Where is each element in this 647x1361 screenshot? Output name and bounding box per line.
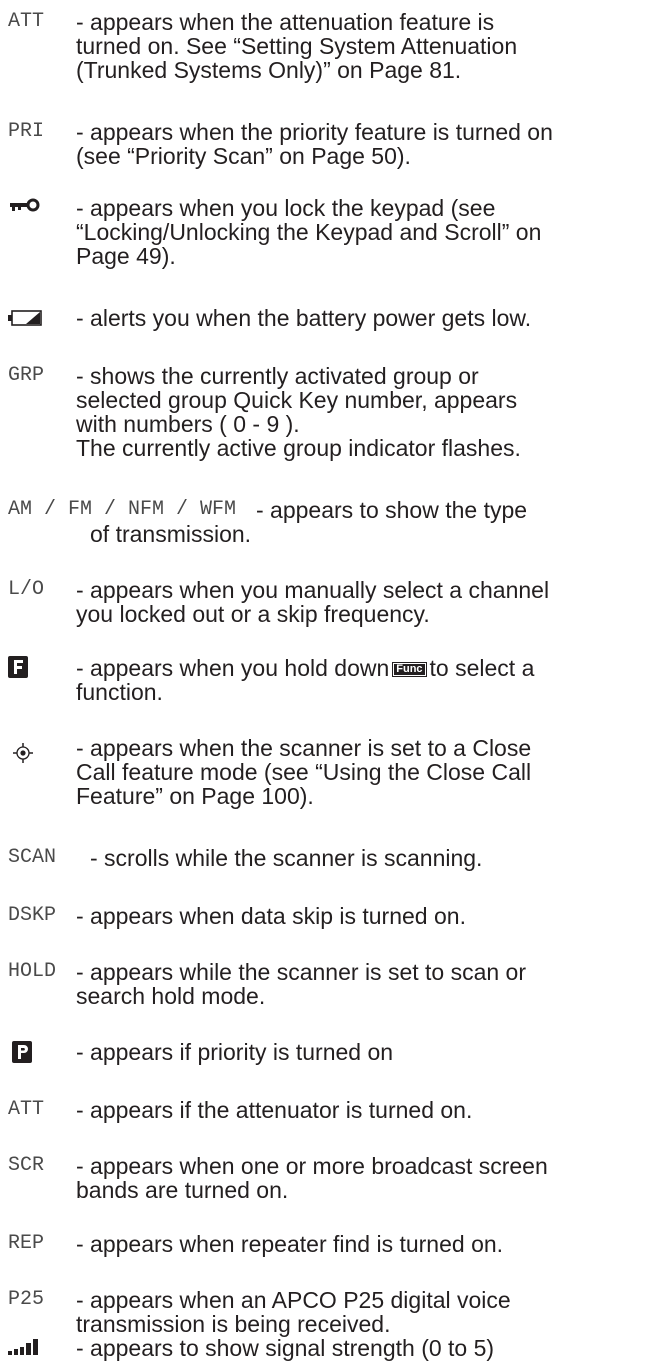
- description-grp: - shows the currently activated group or…: [76, 363, 521, 461]
- description-pri: - appears when the priority feature is t…: [76, 119, 553, 169]
- description-scr: - appears when one or more broadcast scr…: [76, 1153, 548, 1203]
- description-dskp: - appears when data skip is turned on.: [76, 903, 466, 929]
- description-low-battery: - alerts you when the battery power gets…: [76, 305, 532, 331]
- signal-strength-icon: [8, 1338, 42, 1361]
- description-attenuator: - appears if the attenuator is turned on…: [76, 1097, 473, 1123]
- description-priority-icon: - appears if priority is turned on: [76, 1039, 394, 1065]
- key-lock-icon: [8, 198, 42, 217]
- indicator-rep: REP: [8, 1232, 45, 1255]
- description-key-lock: - appears when you lock the keypad (see …: [76, 195, 542, 269]
- indicator-att: ATT: [8, 10, 45, 33]
- description-rep: - appears when repeater find is turned o…: [76, 1231, 504, 1257]
- indicator-dskp: DSKP: [8, 904, 57, 927]
- f-indicator-icon: [8, 656, 28, 683]
- indicator-scan: SCAN: [8, 846, 57, 869]
- indicator-pri: PRI: [8, 120, 45, 143]
- indicator-p25: P25: [8, 1288, 45, 1311]
- indicator-grp: GRP: [8, 364, 45, 387]
- description-function-part1: - appears when you hold down: [76, 655, 390, 681]
- p-indicator-icon: [12, 1041, 32, 1068]
- description-hold: - appears while the scanner is set to sc…: [76, 959, 527, 1009]
- description-close-call: - appears when the scanner is set to a C…: [76, 735, 532, 809]
- indicator-hold: HOLD: [8, 960, 57, 983]
- description-modulation-line1: - appears to show the type: [256, 497, 528, 523]
- indicator-lockout: L/O: [8, 578, 45, 601]
- indicator-modulation: AM / FM / NFM / WFM: [8, 498, 237, 521]
- indicator-scr: SCR: [8, 1154, 45, 1177]
- description-att: - appears when the attenuation feature i…: [76, 9, 518, 83]
- description-function: - appears when you hold down Func to selec…: [76, 656, 641, 704]
- description-signal-strength: - appears to show signal strength (0 to …: [76, 1335, 495, 1361]
- description-lockout: - appears when you manually select a cha…: [76, 577, 550, 627]
- close-call-icon: [12, 742, 34, 769]
- description-modulation-line2: of transmission.: [90, 521, 252, 547]
- indicator-attenuator: ATT: [8, 1098, 45, 1121]
- func-key-icon: Func: [392, 662, 427, 677]
- description-p25: - appears when an APCO P25 digital voice…: [76, 1287, 511, 1337]
- low-battery-icon: [8, 310, 44, 331]
- description-scan: - scrolls while the scanner is scanning.: [90, 845, 483, 871]
